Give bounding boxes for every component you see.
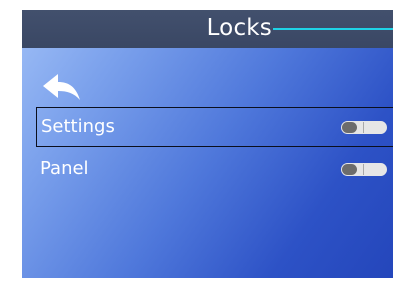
app-window: Locks Settings Panel: [22, 10, 393, 278]
toggle-knob: [342, 164, 357, 175]
menu-item-panel[interactable]: Panel: [36, 150, 393, 190]
menu-item-settings[interactable]: Settings: [36, 107, 393, 147]
header-bar: Locks: [22, 10, 393, 48]
panel-toggle[interactable]: [341, 163, 387, 176]
page-title: Locks: [206, 15, 272, 41]
title-accent-line: [273, 28, 393, 30]
menu-item-label: Settings: [41, 116, 115, 137]
screen: Locks Settings Panel: [0, 0, 393, 296]
toggle-knob: [342, 122, 357, 133]
back-arrow-icon: [43, 74, 80, 100]
menu-item-label: Panel: [40, 158, 89, 179]
toggle-divider: [363, 122, 364, 133]
settings-toggle[interactable]: [341, 121, 387, 134]
toggle-divider: [363, 164, 364, 175]
back-button[interactable]: [41, 72, 83, 102]
